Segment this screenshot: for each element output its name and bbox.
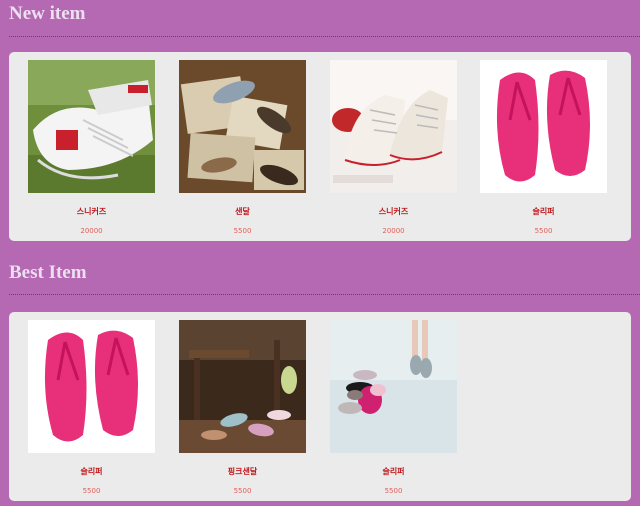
product-price: 5500 — [233, 487, 252, 495]
product-card-sneakers[interactable]: 스니커즈 20000 — [330, 60, 457, 236]
product-name[interactable]: 샌달 — [179, 207, 306, 217]
product-card-pink-sandal[interactable]: 핑크샌달 5500 — [179, 320, 306, 496]
product-price: 5500 — [82, 487, 101, 495]
best-item-panel: 슬리퍼 5500 핑크샌달 5500 슬리퍼 5500 — [9, 312, 631, 501]
product-image-sandal[interactable] — [179, 60, 306, 193]
product-name[interactable]: 핑크샌달 — [179, 467, 306, 477]
product-card-slipper[interactable]: 슬리퍼 5500 — [330, 320, 457, 496]
product-card-slipper[interactable]: 슬리퍼 5500 — [480, 60, 607, 236]
new-item-panel: 스니커즈 20000 샌달 5500 스니커즈 20000 슬리퍼 5500 — [9, 52, 631, 241]
product-image-slipper[interactable] — [330, 320, 457, 453]
product-card-sneakers[interactable]: 스니커즈 20000 — [28, 60, 155, 236]
product-name[interactable]: 슬리퍼 — [28, 467, 155, 477]
product-image-slipper[interactable] — [480, 60, 607, 193]
section-divider — [9, 294, 640, 295]
product-image-sneakers[interactable] — [330, 60, 457, 193]
product-price: 20000 — [80, 227, 103, 235]
product-image-slipper[interactable] — [28, 320, 155, 453]
product-name[interactable]: 슬리퍼 — [330, 467, 457, 477]
section-title-new-item: New item — [9, 3, 86, 24]
product-image-pink-sandal[interactable] — [179, 320, 306, 453]
product-card-sandal[interactable]: 샌달 5500 — [179, 60, 306, 236]
section-divider — [9, 36, 640, 37]
product-image-sneakers[interactable] — [28, 60, 155, 193]
product-name[interactable]: 스니커즈 — [28, 207, 155, 217]
product-price: 5500 — [384, 487, 403, 495]
product-price: 5500 — [233, 227, 252, 235]
section-title-best-item: Best Item — [9, 262, 87, 283]
product-price: 20000 — [382, 227, 405, 235]
product-name[interactable]: 슬리퍼 — [480, 207, 607, 217]
product-price: 5500 — [534, 227, 553, 235]
product-card-slipper[interactable]: 슬리퍼 5500 — [28, 320, 155, 496]
product-name[interactable]: 스니커즈 — [330, 207, 457, 217]
